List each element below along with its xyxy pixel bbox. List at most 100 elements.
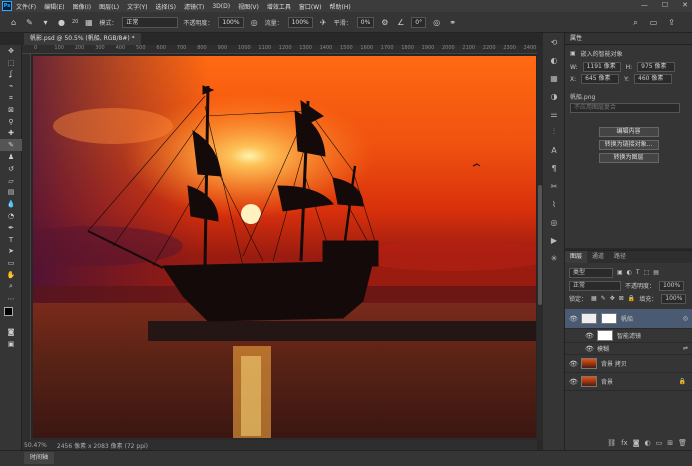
zoom-tool-icon[interactable]: ⌕ [0, 281, 22, 293]
type-tool-icon[interactable]: T [0, 234, 22, 246]
filter-effects-icon[interactable]: ◎ [683, 315, 688, 322]
menu-help[interactable]: 帮助(H) [330, 2, 351, 11]
layer-background[interactable]: 👁 背景 🔒 [565, 373, 692, 391]
menu-view[interactable]: 视图(V) [238, 2, 259, 11]
eraser-tool-icon[interactable]: ▱ [0, 175, 22, 187]
clone-stamp-tool-icon[interactable]: ♟ [0, 151, 22, 163]
history-panel-icon[interactable]: ⟲ [543, 33, 565, 51]
marquee-tool-icon[interactable]: ⬚ [0, 57, 22, 69]
patterns-panel-icon[interactable]: ✳ [543, 249, 565, 267]
navigator-panel-icon[interactable]: ◎ [543, 213, 565, 231]
angle-field[interactable]: 0° [411, 16, 427, 28]
layer-name[interactable]: 背景 拷贝 [601, 359, 627, 368]
brush-settings-panel-icon[interactable]: ⌇ [543, 195, 565, 213]
swatches-panel-icon[interactable]: ▦ [543, 69, 565, 87]
minimize-icon[interactable]: — [641, 1, 648, 9]
tool-presets-icon[interactable]: ✂ [543, 177, 565, 195]
quick-select-tool-icon[interactable]: ⌁ [0, 80, 22, 92]
history-brush-tool-icon[interactable]: ↺ [0, 163, 22, 175]
visibility-eye-icon[interactable]: 👁 [569, 360, 578, 368]
document-info[interactable]: 2456 像素 x 2083 像素 (72 ppi) [57, 441, 148, 450]
filter-pixel-icon[interactable]: ▣ [617, 269, 623, 276]
layer-ship[interactable]: 👁 帆船 ◎ [565, 309, 692, 329]
menu-plugins[interactable]: 增效工具 [267, 2, 291, 11]
tab-paths[interactable]: 路径 [609, 251, 631, 263]
frame-tool-icon[interactable]: ⊠ [0, 104, 22, 116]
properties-tab[interactable]: 属性 [565, 33, 692, 45]
edit-contents-button[interactable]: 编辑内容 [598, 127, 659, 137]
tab-layers[interactable]: 图层 [565, 251, 588, 263]
move-tool-icon[interactable]: ✥ [0, 45, 22, 57]
lock-pixels-icon[interactable]: ▦ [591, 295, 597, 302]
blend-mode-select[interactable]: 正常 [569, 280, 621, 291]
timeline-tab[interactable]: 时间轴 [24, 452, 55, 464]
smooth-field[interactable]: 0% [356, 16, 375, 28]
hand-tool-icon[interactable]: ✋ [0, 269, 22, 281]
healing-brush-tool-icon[interactable]: ✚ [0, 128, 22, 140]
width-field[interactable]: 1191 像素 [582, 62, 621, 72]
add-mask-icon[interactable]: ◙ [633, 439, 640, 447]
menu-select[interactable]: 选择(S) [155, 2, 176, 11]
actions-panel-icon[interactable]: ▶ [543, 231, 565, 249]
lock-all-icon[interactable]: 🔒 [628, 295, 635, 302]
document-tab[interactable]: 帆影.psd @ 50.5% (帆船, RGB/8#) * [24, 33, 141, 45]
x-field[interactable]: 645 像素 [581, 74, 620, 84]
layer-name[interactable]: 帆船 [621, 314, 633, 323]
adjustments-panel-icon[interactable]: ⚌ [543, 105, 565, 123]
dodge-tool-icon[interactable]: ◔ [0, 210, 22, 222]
foreground-color-swatch[interactable] [4, 306, 13, 316]
filter-type-icon[interactable]: T [636, 269, 640, 276]
flow-field[interactable]: 100% [287, 16, 313, 28]
quick-mask-icon[interactable]: ◙ [0, 327, 22, 339]
pen-tool-icon[interactable]: ✒ [0, 222, 22, 234]
new-group-icon[interactable]: ▭ [656, 439, 663, 447]
filter-options-icon[interactable]: ⇌ [683, 345, 688, 352]
layer-smart-filters[interactable]: 👁 智能滤镜 [565, 329, 692, 343]
visibility-eye-icon[interactable]: 👁 [585, 332, 594, 340]
airbrush-icon[interactable]: ✈ [318, 17, 329, 28]
layer-opacity-field[interactable]: 100% [659, 280, 685, 291]
y-field[interactable]: 460 像素 [634, 74, 673, 84]
pressure-size-icon[interactable]: ◎ [431, 17, 442, 28]
pressure-opacity-icon[interactable]: ◎ [249, 17, 260, 28]
brush-preset-icon[interactable]: ● [56, 17, 67, 28]
new-layer-icon[interactable]: ⊞ [667, 439, 673, 447]
menu-filter[interactable]: 滤镜(T) [184, 2, 204, 11]
brush-settings-icon[interactable]: ▦ [83, 17, 94, 28]
search-icon[interactable]: ⌕ [630, 17, 641, 28]
color-panel-icon[interactable]: ◐ [543, 51, 565, 69]
filter-smart-icon[interactable]: ▤ [653, 269, 659, 276]
crop-tool-icon[interactable]: ⌗ [0, 92, 22, 104]
paragraph-panel-icon[interactable]: ¶ [543, 159, 565, 177]
visibility-eye-icon[interactable]: 👁 [585, 345, 594, 353]
screen-mode-icon[interactable]: ▣ [0, 338, 22, 350]
layer-name[interactable]: 智能滤镜 [617, 331, 641, 340]
adjustment-layer-icon[interactable]: ◐ [645, 439, 651, 447]
menu-image[interactable]: 图像(I) [73, 2, 91, 11]
visibility-eye-icon[interactable]: 👁 [569, 315, 578, 323]
color-swatches[interactable] [0, 305, 22, 327]
menu-type[interactable]: 文字(Y) [127, 2, 147, 11]
filter-adjust-icon[interactable]: ◐ [627, 269, 632, 276]
menu-file[interactable]: 文件(F) [16, 2, 36, 11]
eyedropper-tool-icon[interactable]: ⚲ [0, 116, 22, 128]
close-icon[interactable]: ✕ [682, 1, 688, 9]
libraries-panel-icon[interactable]: ⫶ [543, 123, 565, 141]
gear-icon[interactable]: ⚙ [379, 17, 390, 28]
convert-to-layers-button[interactable]: 转换为图层 [598, 153, 659, 163]
share-icon[interactable]: ⇪ [666, 17, 677, 28]
layer-comp-select[interactable]: 不应用图层复合 [570, 103, 680, 113]
zoom-level[interactable]: 50.47% [24, 442, 47, 449]
workspace-icon[interactable]: ▭ [648, 17, 659, 28]
lasso-tool-icon[interactable]: ʆ [0, 69, 22, 81]
path-select-tool-icon[interactable]: ➤ [0, 246, 22, 258]
document-canvas-image[interactable] [33, 56, 536, 440]
opacity-field[interactable]: 100% [218, 16, 244, 28]
tab-channels[interactable]: 通道 [587, 251, 609, 263]
vertical-scrollbar-thumb[interactable] [538, 185, 542, 305]
menu-window[interactable]: 窗口(W) [299, 2, 322, 11]
layer-style-icon[interactable]: fx [621, 439, 628, 447]
menu-layer[interactable]: 图层(L) [99, 2, 119, 11]
home-icon[interactable]: ⌂ [8, 17, 19, 28]
lock-paint-icon[interactable]: ✎ [601, 295, 606, 302]
